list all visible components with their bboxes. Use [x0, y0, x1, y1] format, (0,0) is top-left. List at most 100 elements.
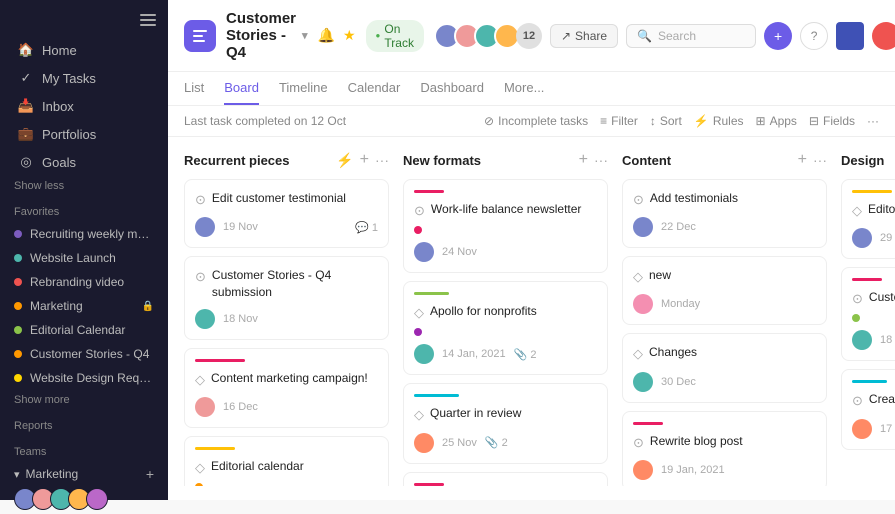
card[interactable]: ⊙ Work-life balance newsletter 24 Nov [403, 179, 608, 273]
card-footer: 16 Dec [195, 397, 378, 417]
team-section: ▾ Marketing + [0, 462, 168, 514]
card-avatar [852, 228, 872, 248]
user-avatar-2[interactable] [872, 22, 895, 50]
sidebar-item-goals[interactable]: ◎Goals [4, 148, 164, 176]
team-header[interactable]: ▾ Marketing + [14, 466, 154, 482]
card-avatar [195, 217, 215, 237]
card-avatar [633, 294, 653, 314]
add-team-icon[interactable]: + [146, 466, 154, 482]
card[interactable]: ◇ Editorial cale... 29 Dec [841, 179, 895, 259]
card-date: 18 Nov [223, 313, 258, 325]
sidebar-item-inbox[interactable]: 📥Inbox [4, 92, 164, 120]
filter-button[interactable]: ≡ Filter [600, 114, 638, 128]
favorite-item[interactable]: Marketing🔒 [0, 294, 168, 318]
favorite-item[interactable]: Website Launch [0, 246, 168, 270]
card-avatar [852, 330, 872, 350]
show-less-link[interactable]: Show less [0, 176, 168, 196]
card[interactable]: ⊙ Customer Stories - Q4 submission 18 No… [184, 256, 389, 340]
favorite-dot [14, 302, 22, 310]
show-more-link[interactable]: Show more [0, 390, 168, 410]
help-button[interactable]: ? [800, 22, 828, 50]
tab-timeline[interactable]: Timeline [279, 72, 328, 105]
fields-button[interactable]: ⊟ Fields [809, 114, 855, 128]
board-column: Design + ··· ◇ Editorial cale... 29 Dec … [841, 151, 895, 486]
column-add-button[interactable]: + [579, 151, 588, 169]
card-title: ⊙ Add testimonials [633, 190, 816, 209]
hamburger-menu[interactable] [140, 14, 156, 26]
favorite-item[interactable]: Website Design Reque... [0, 366, 168, 390]
card-avatar [414, 344, 434, 364]
favorite-dot [14, 230, 22, 238]
sort-button[interactable]: ↕ Sort [650, 114, 682, 128]
topbar-right: 12 ↗ Share 🔍 Search + ? [434, 22, 895, 50]
card[interactable]: ◇ Changes 30 Dec [622, 333, 827, 402]
user-avatar[interactable] [836, 22, 864, 50]
more-options-button[interactable]: ··· [867, 114, 879, 128]
card-date: 22 Dec [661, 221, 696, 233]
star-icon[interactable]: ★ [343, 27, 356, 44]
card-date: 17 Dec [880, 423, 895, 435]
column-lightning-icon[interactable]: ⚡ [336, 152, 353, 169]
card[interactable]: ⊙ Create new in... 17 Dec [841, 369, 895, 449]
card[interactable]: ⊙ Rewrite blog post 19 Jan, 2021 [622, 411, 827, 486]
card[interactable]: ◇ Apollo for nonprofits 14 Jan, 2021 📎 2 [403, 281, 608, 375]
search-bar[interactable]: 🔍 Search [626, 24, 756, 48]
board-column: Recurrent pieces ⚡ + ··· ⊙ Edit customer… [184, 151, 389, 486]
card[interactable]: ◇ Editorial calendar 22 Dec [184, 436, 389, 486]
card-color-bar [414, 394, 459, 397]
tab-calendar[interactable]: Calendar [348, 72, 401, 105]
column-add-button[interactable]: + [798, 151, 807, 169]
tab-board[interactable]: Board [224, 72, 259, 105]
add-button[interactable]: + [764, 22, 792, 50]
card-date: Monday [661, 298, 700, 310]
card[interactable]: ⊙ Customer spo... 18 Jan, 2021 [841, 267, 895, 361]
favorite-item[interactable]: Customer Stories - Q4 [0, 342, 168, 366]
notification-icon[interactable]: 🔔 [318, 27, 335, 44]
card-type-icon: ◇ [414, 304, 424, 322]
card[interactable]: ⊙ Press release on acquisition 23 Dec 💬 … [403, 472, 608, 486]
card[interactable]: ⊙ Edit customer testimonial 19 Nov 💬 1 [184, 179, 389, 248]
column-menu-button[interactable]: ··· [375, 152, 389, 168]
rules-button[interactable]: ⚡ Rules [694, 114, 744, 128]
last-task-text: Last task completed on 12 Oct [184, 114, 468, 128]
sidebar-item-home[interactable]: 🏠Home [4, 36, 164, 64]
share-button[interactable]: ↗ Share [550, 24, 618, 48]
sidebar-item-my-tasks[interactable]: ✓My Tasks [4, 64, 164, 92]
card-title: ⊙ Rewrite blog post [633, 433, 816, 452]
card-type-icon: ⊙ [195, 191, 206, 209]
card-date: 25 Nov [442, 437, 477, 449]
main-content: Customer Stories - Q4 ▾ 🔔 ★ On Track 12 … [168, 0, 895, 500]
tab-list[interactable]: List [184, 72, 204, 105]
favorites-list: Recruiting weekly mee...Website LaunchRe… [0, 222, 168, 390]
card[interactable]: ◇ new Monday [622, 256, 827, 325]
card-date: 24 Nov [442, 246, 477, 258]
card-title: ⊙ Edit customer testimonial [195, 190, 378, 209]
incomplete-tasks-button[interactable]: ⊘ Incomplete tasks [484, 114, 588, 128]
card-type-icon: ◇ [195, 371, 205, 389]
card-type-icon: ⊙ [195, 268, 206, 286]
tab-more[interactable]: More... [504, 72, 544, 105]
team-name: Marketing [26, 467, 79, 481]
column-title: Content [622, 153, 792, 168]
nav-icon: 💼 [18, 126, 34, 142]
column-menu-button[interactable]: ··· [594, 152, 608, 168]
column-add-button[interactable]: + [360, 151, 369, 169]
column-header: Recurrent pieces ⚡ + ··· [184, 151, 389, 169]
sidebar-item-portfolios[interactable]: 💼Portfolios [4, 120, 164, 148]
card[interactable]: ⊙ Add testimonials 22 Dec [622, 179, 827, 248]
apps-button[interactable]: ⊞ Apps [756, 114, 797, 128]
card-type-icon: ◇ [633, 345, 643, 363]
title-chevron[interactable]: ▾ [302, 29, 308, 42]
card-tags [414, 226, 597, 234]
tab-dashboard[interactable]: Dashboard [420, 72, 484, 105]
favorite-item[interactable]: Editorial Calendar [0, 318, 168, 342]
favorite-item[interactable]: Recruiting weekly mee... [0, 222, 168, 246]
card[interactable]: ◇ Content marketing campaign! 16 Dec [184, 348, 389, 428]
column-menu-button[interactable]: ··· [813, 152, 827, 168]
team-avatar [86, 488, 108, 510]
card-footer: 25 Nov 📎 2 [414, 433, 597, 453]
card-type-icon: ◇ [195, 459, 205, 477]
favorite-item[interactable]: Rebranding video [0, 270, 168, 294]
card[interactable]: ◇ Quarter in review 25 Nov 📎 2 [403, 383, 608, 463]
sidebar-nav: 🏠Home✓My Tasks📥Inbox💼Portfolios◎Goals [0, 36, 168, 176]
